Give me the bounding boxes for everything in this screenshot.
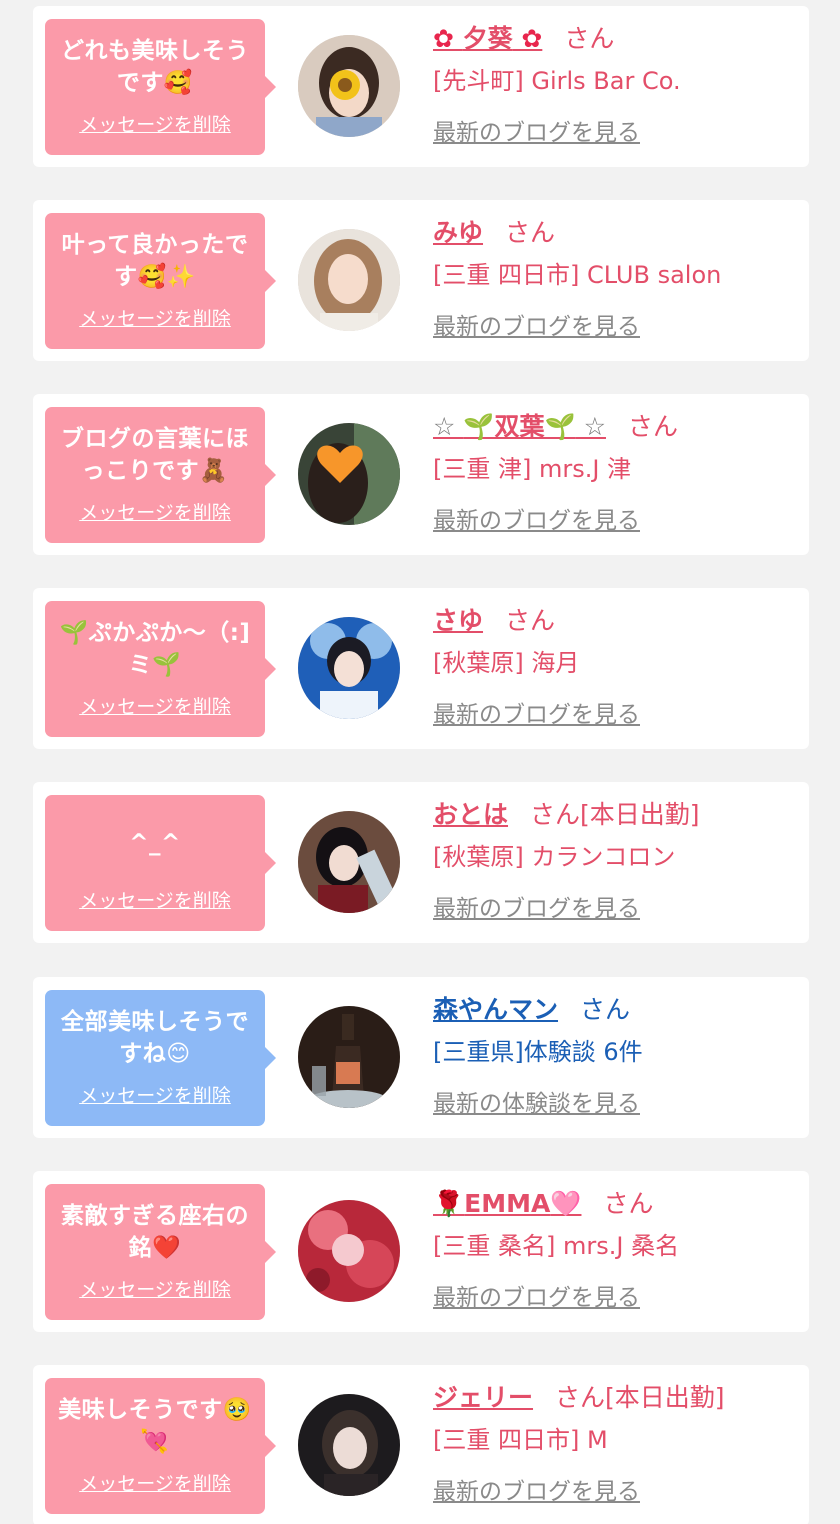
cast-name-link[interactable]: さゆ xyxy=(433,606,483,635)
delete-message-link[interactable]: メッセージを削除 xyxy=(57,499,253,527)
message-bubble: どれも美味しそう です🥰 メッセージを削除 xyxy=(45,19,276,155)
message-bubble: 美味しそうです🥹 💘 メッセージを削除 xyxy=(45,1378,276,1514)
message-text: ブログの言葉にほ っこりです🧸 xyxy=(61,426,249,484)
avatar[interactable] xyxy=(298,35,400,137)
message-text: 全部美味しそうで すね😊 xyxy=(61,1009,249,1067)
message-text: 美味しそうです🥹 💘 xyxy=(58,1397,252,1455)
shop-label: [三重 四日市] M xyxy=(433,1426,608,1454)
flower-icon: ✿ xyxy=(433,24,463,53)
message-bubble: ブログの言葉にほ っこりです🧸 メッセージを削除 xyxy=(45,407,276,543)
message-text: 素敵すぎる座右の 銘❤️ xyxy=(61,1203,249,1261)
latest-blog-link[interactable]: 最新のブログを見る xyxy=(433,310,803,344)
avatar[interactable] xyxy=(298,1200,400,1302)
avatar[interactable] xyxy=(298,423,400,525)
message-card: 🌱ぷかぷか〜（:] ミ🌱 メッセージを削除 さゆ さん [秋葉原] 海月 最新のブ… xyxy=(33,588,809,749)
flower-icon: ✿ xyxy=(512,24,543,53)
shop-label: [先斗町] Girls Bar Co. xyxy=(433,67,681,95)
message-card: どれも美味しそう です🥰 メッセージを削除 ✿ 夕葵 ✿ さん [先斗町] Gir… xyxy=(33,6,809,167)
latest-blog-link[interactable]: 最新のブログを見る xyxy=(433,892,803,926)
message-bubble: 🌱ぷかぷか〜（:] ミ🌱 メッセージを削除 xyxy=(45,601,276,737)
star-icon: ☆ xyxy=(433,412,464,441)
message-text: 叶って良かったで す🥰✨ xyxy=(61,232,249,290)
message-card: 素敵すぎる座右の 銘❤️ メッセージを削除 🌹EMMA🩷 さん [三重 桑名] m… xyxy=(33,1171,809,1332)
avatar[interactable] xyxy=(298,229,400,331)
cast-info: さゆ さん [秋葉原] 海月 最新のブログを見る xyxy=(433,602,803,732)
delete-message-link[interactable]: メッセージを削除 xyxy=(57,887,253,915)
honorific-label: さん xyxy=(603,1189,654,1218)
message-card: ^_^ メッセージを削除 おとは さん[本日出勤] [秋葉原] カランコロン 最新… xyxy=(33,782,809,943)
shop-label: [三重 桑名] mrs.J 桑名 xyxy=(433,1232,680,1260)
cast-info: ☆ 🌱双葉🌱 ☆ さん [三重 津] mrs.J 津 最新のブログを見る xyxy=(433,408,803,538)
latest-blog-link[interactable]: 最新のブログを見る xyxy=(433,116,803,150)
cast-info: 🌹EMMA🩷 さん [三重 桑名] mrs.J 桑名 最新のブログを見る xyxy=(433,1185,803,1315)
message-card: 全部美味しそうで すね😊 メッセージを削除 森やんマン さん [三重県]体験談 6… xyxy=(33,977,809,1138)
latest-blog-link[interactable]: 最新のブログを見る xyxy=(433,698,803,732)
status-label: [本日出勤] xyxy=(580,800,700,829)
message-text: ^_^ xyxy=(129,830,181,856)
shop-label: [秋葉原] カランコロン xyxy=(433,843,676,871)
latest-blog-link[interactable]: 最新のブログを見る xyxy=(433,504,803,538)
honorific-label: さん xyxy=(580,995,631,1024)
delete-message-link[interactable]: メッセージを削除 xyxy=(57,305,253,333)
heart-icon: 🩷 xyxy=(550,1189,582,1218)
status-label: [本日出勤] xyxy=(605,1383,725,1412)
message-bubble: ^_^ メッセージを削除 xyxy=(45,795,276,931)
message-text: 🌱ぷかぷか〜（:] ミ🌱 xyxy=(59,620,251,678)
honorific-label: さん xyxy=(505,218,556,247)
cast-name-link[interactable]: みゆ xyxy=(433,218,483,247)
avatar[interactable] xyxy=(298,811,400,913)
cast-info: おとは さん[本日出勤] [秋葉原] カランコロン 最新のブログを見る xyxy=(433,796,803,926)
honorific-label: さん xyxy=(627,412,678,441)
user-name-link[interactable]: 森やんマン xyxy=(433,995,558,1024)
honorific-label: さん xyxy=(530,800,581,829)
shop-label: [三重 四日市] CLUB salon xyxy=(433,261,722,289)
latest-blog-link[interactable]: 最新のブログを見る xyxy=(433,1475,803,1509)
latest-blog-link[interactable]: 最新のブログを見る xyxy=(433,1281,803,1315)
avatar[interactable] xyxy=(298,617,400,719)
avatar[interactable] xyxy=(298,1394,400,1496)
honorific-label: さん xyxy=(564,24,615,53)
delete-message-link[interactable]: メッセージを削除 xyxy=(57,111,253,139)
cast-name-link[interactable]: おとは xyxy=(433,800,508,829)
message-bubble: 叶って良かったで す🥰✨ メッセージを削除 xyxy=(45,213,276,349)
cast-name-link[interactable]: 🌹EMMA🩷 xyxy=(433,1189,581,1218)
star-icon: ☆ xyxy=(575,412,606,441)
shop-label: [秋葉原] 海月 xyxy=(433,649,580,677)
message-bubble: 素敵すぎる座右の 銘❤️ メッセージを削除 xyxy=(45,1184,276,1320)
latest-review-link[interactable]: 最新の体験談を見る xyxy=(433,1087,803,1121)
message-text: どれも美味しそう です🥰 xyxy=(61,38,249,96)
cast-name-link[interactable]: ☆ 🌱双葉🌱 ☆ xyxy=(433,412,606,441)
cast-name-link[interactable]: ✿ 夕葵 ✿ xyxy=(433,24,542,53)
avatar[interactable] xyxy=(298,1006,400,1108)
cast-name-link[interactable]: ジェリー xyxy=(433,1383,533,1412)
honorific-label: さん xyxy=(505,606,556,635)
shop-label: [三重 津] mrs.J 津 xyxy=(433,455,632,483)
delete-message-link[interactable]: メッセージを削除 xyxy=(57,1470,253,1498)
cast-info: ジェリー さん[本日出勤] [三重 四日市] M 最新のブログを見る xyxy=(433,1379,803,1509)
message-card: 美味しそうです🥹 💘 メッセージを削除 ジェリー さん[本日出勤] [三重 四日市… xyxy=(33,1365,809,1524)
rose-icon: 🌹 xyxy=(433,1189,465,1218)
delete-message-link[interactable]: メッセージを削除 xyxy=(57,693,253,721)
delete-message-link[interactable]: メッセージを削除 xyxy=(57,1082,253,1110)
cast-info: 森やんマン さん [三重県]体験談 6件 最新の体験談を見る xyxy=(433,991,803,1121)
message-card: ブログの言葉にほ っこりです🧸 メッセージを削除 ☆ 🌱双葉🌱 ☆ さん [三重 … xyxy=(33,394,809,555)
cast-info: みゆ さん [三重 四日市] CLUB salon 最新のブログを見る xyxy=(433,214,803,344)
cast-info: ✿ 夕葵 ✿ さん [先斗町] Girls Bar Co. 最新のブログを見る xyxy=(433,20,803,150)
message-card: 叶って良かったで す🥰✨ メッセージを削除 みゆ さん [三重 四日市] CLUB… xyxy=(33,200,809,361)
review-count-label: [三重県]体験談 6件 xyxy=(433,1038,643,1066)
message-list: どれも美味しそう です🥰 メッセージを削除 ✿ 夕葵 ✿ さん [先斗町] Gir… xyxy=(0,0,840,1524)
honorific-label: さん xyxy=(555,1383,606,1412)
delete-message-link[interactable]: メッセージを削除 xyxy=(57,1276,253,1304)
message-bubble: 全部美味しそうで すね😊 メッセージを削除 xyxy=(45,990,276,1126)
